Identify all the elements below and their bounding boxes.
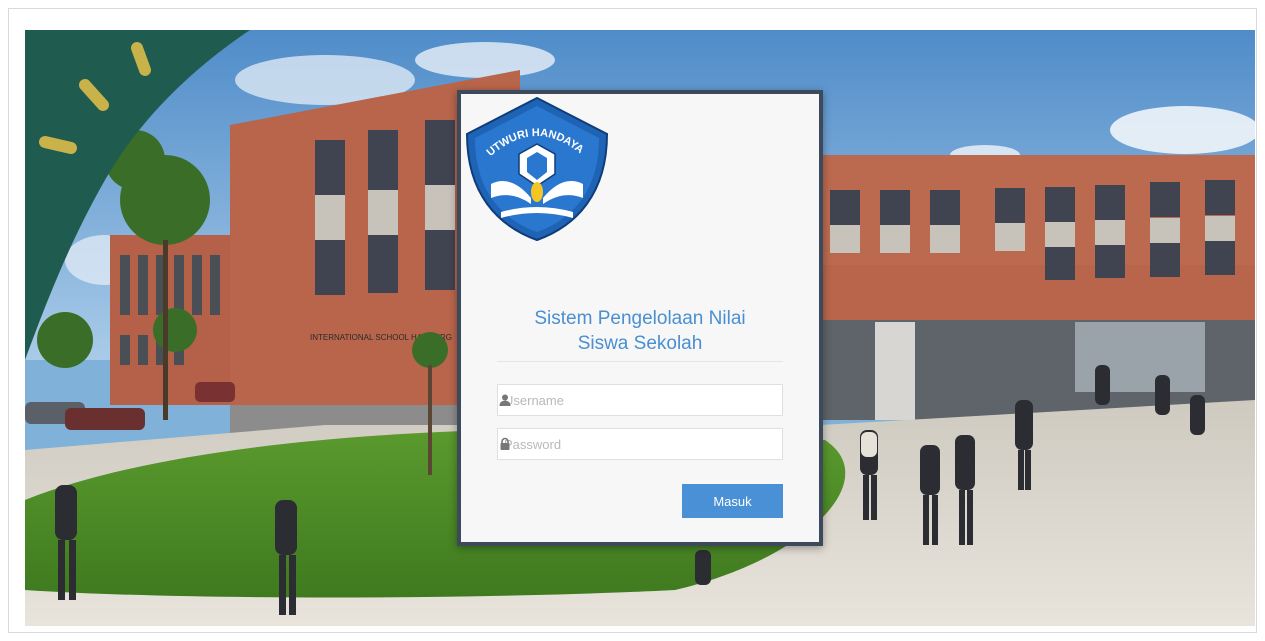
tut-wuri-handayani-logo: TUTWURI HANDAYANI — [461, 94, 609, 242]
title-divider — [497, 361, 783, 362]
app-title-line1: Sistem Pengelolaan Nilai — [534, 308, 746, 329]
username-input[interactable] — [498, 385, 754, 415]
user-icon — [499, 394, 511, 406]
login-button[interactable]: Masuk — [682, 484, 783, 518]
app-title-line2: Siswa Sekolah — [577, 333, 703, 354]
password-input[interactable] — [498, 429, 754, 459]
username-field — [497, 384, 783, 416]
lock-icon — [500, 437, 510, 450]
background-photo: INTERNATIONAL SCHOOL HAMBURG UTWURI HAND… — [25, 30, 1255, 626]
login-card: TUTWURI HANDAYANI Sistem Pengelolaan Nil… — [457, 90, 823, 546]
password-field — [497, 428, 783, 460]
